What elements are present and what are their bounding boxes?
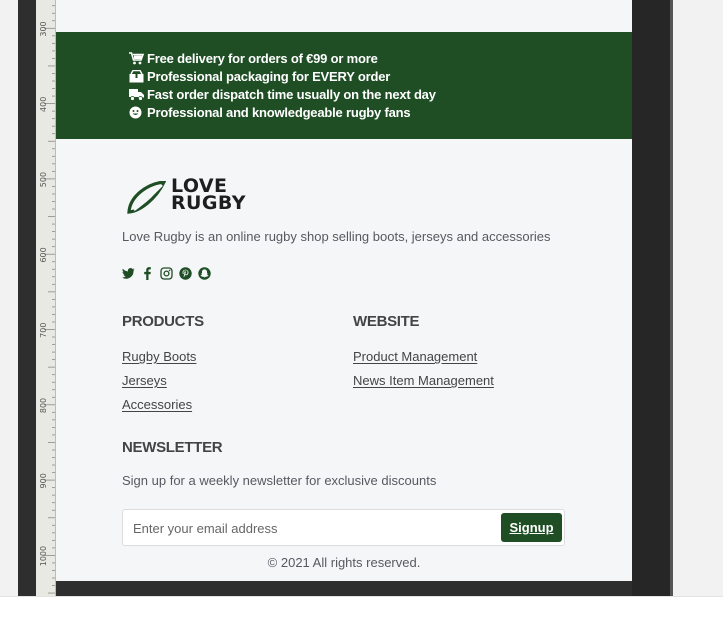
ruler-ticks: 300 400 500 600 700 800 900 1000: [39, 5, 55, 594]
ruler-label: 600: [39, 247, 48, 262]
website-heading: WEBSITE: [353, 313, 420, 330]
ruler-label: 700: [39, 323, 48, 338]
screenshot-stage: 300 400 500 600 700 800 900 1000 Free delivery …: [0, 0, 723, 621]
newsletter-form: Signup: [122, 509, 565, 546]
right-gutter: [672, 0, 723, 596]
smile-icon: [129, 106, 144, 119]
link-rugby-boots[interactable]: Rugby Boots: [122, 349, 196, 364]
link-accessories[interactable]: Accessories: [122, 397, 192, 412]
link-product-management[interactable]: Product Management: [353, 349, 477, 364]
signup-button[interactable]: Signup: [501, 513, 562, 542]
facebook-icon[interactable]: [141, 266, 154, 280]
ruler-label: 900: [39, 473, 48, 488]
social-links: [122, 265, 217, 281]
page-viewport[interactable]: Free delivery for orders of €99 or more …: [56, 0, 632, 581]
left-gutter: [0, 0, 18, 596]
pinterest-icon[interactable]: [179, 266, 192, 280]
snapchat-icon[interactable]: [198, 266, 211, 280]
benefit-item: Professional and knowledgeable rugby fan…: [129, 103, 411, 121]
newsletter-description: Sign up for a weekly newsletter for excl…: [122, 473, 437, 488]
ruler-label: 500: [39, 172, 48, 187]
ruler-label: 300: [39, 21, 48, 36]
brand-logo[interactable]: LOVE RUGBY: [126, 177, 261, 216]
cart-icon: [129, 51, 144, 65]
email-field[interactable]: [133, 518, 493, 538]
benefits-banner: Free delivery for orders of €99 or more …: [56, 32, 632, 139]
benefit-item: Fast order dispatch time usually on the …: [129, 85, 436, 103]
copyright-text: © 2021 All rights reserved.: [267, 555, 421, 570]
newsletter-heading: NEWSLETTER: [122, 439, 223, 456]
link-jerseys[interactable]: Jerseys: [122, 373, 167, 388]
ruler-label: 800: [39, 398, 48, 413]
twitter-icon[interactable]: [122, 267, 135, 280]
benefit-item: Free delivery for orders of €99 or more: [129, 49, 378, 67]
truck-icon: [129, 88, 144, 101]
ruler-label: 1000: [39, 546, 48, 566]
bottom-strip: [0, 596, 723, 621]
vertical-ruler: 300 400 500 600 700 800 900 1000: [36, 0, 56, 597]
link-news-item-management[interactable]: News Item Management: [353, 373, 494, 388]
logo-text-rugby: RUGBY: [171, 192, 246, 214]
products-heading: PRODUCTS: [122, 313, 204, 330]
rugby-ball-icon: [127, 181, 166, 214]
brand-tagline: Love Rugby is an online rugby shop selli…: [122, 229, 551, 244]
package-icon: [129, 69, 144, 83]
ruler-label: 400: [39, 97, 48, 112]
instagram-icon[interactable]: [160, 266, 173, 280]
benefit-item: Professional packaging for EVERY order: [129, 67, 390, 85]
